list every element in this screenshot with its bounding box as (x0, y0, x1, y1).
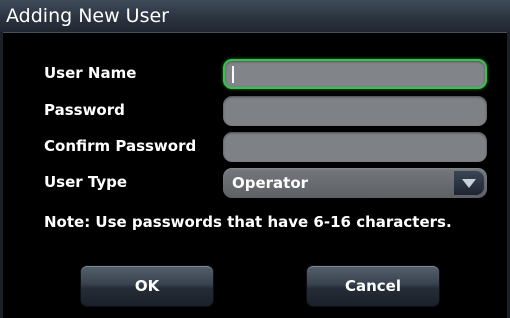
user-type-value: Operator (232, 174, 309, 192)
confirm-password-input[interactable] (223, 132, 487, 162)
user-type-dropdown-button[interactable] (454, 171, 484, 195)
user-type-select[interactable]: Operator (223, 168, 487, 198)
dialog-title: Adding New User (6, 5, 169, 27)
confirm-password-label: Confirm Password (44, 137, 197, 155)
password-label: Password (44, 101, 125, 119)
chevron-down-icon (462, 179, 476, 188)
add-user-dialog: Adding New User User Name Password Confi… (0, 0, 510, 318)
ok-button[interactable]: OK (80, 265, 214, 307)
dialog-title-bar[interactable]: Adding New User (0, 0, 510, 33)
user-name-label: User Name (44, 64, 137, 82)
dialog-frame-left (0, 32, 3, 318)
text-cursor (232, 66, 234, 83)
password-input[interactable] (223, 96, 487, 126)
password-note: Note: Use passwords that have 6-16 chara… (44, 213, 452, 231)
user-type-label: User Type (44, 173, 128, 191)
cancel-button[interactable]: Cancel (306, 265, 440, 307)
user-name-input[interactable] (223, 59, 487, 89)
